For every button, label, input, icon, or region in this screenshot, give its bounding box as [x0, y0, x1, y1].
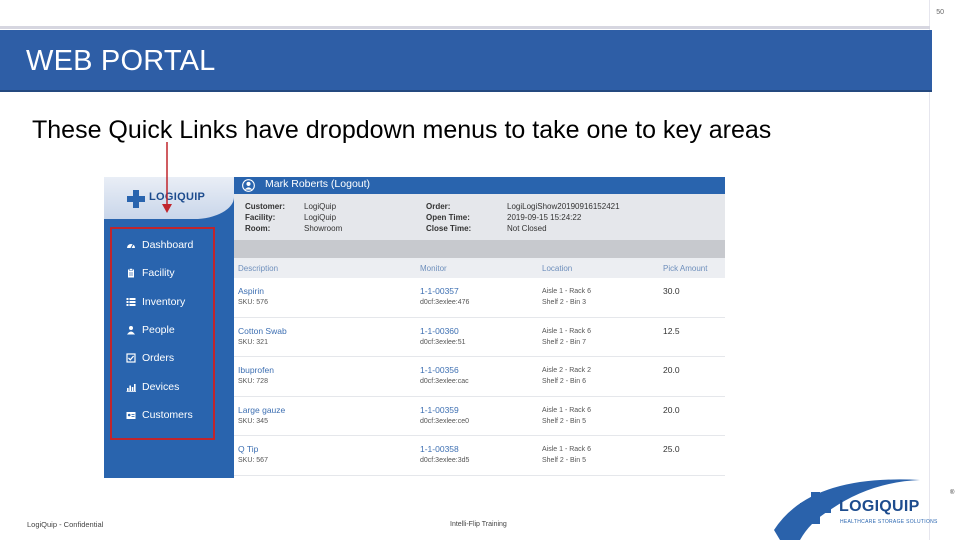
column-header[interactable]: Pick Amount: [663, 264, 707, 273]
monitor-link[interactable]: 1-1-00356: [420, 365, 469, 376]
info-values-right: LogiLogiShow20190916152421 2019-09-15 15…: [507, 201, 620, 234]
info-key: Open Time:: [426, 213, 470, 222]
location-shelf: Shelf 2 - Bin 3: [542, 299, 586, 306]
column-header[interactable]: Location: [542, 264, 572, 273]
info-value: LogiQuip: [304, 202, 337, 211]
item-sku: SKU: 321: [238, 338, 268, 346]
info-key: Order:: [426, 202, 451, 211]
info-key: Facility:: [245, 213, 276, 222]
table-row[interactable]: Cotton Swab SKU: 321 1-1-00360 d0cf:3exlee…: [234, 318, 725, 357]
info-keys-left: Customer: Facility: Room:: [245, 201, 285, 234]
info-value: Not Closed: [507, 224, 547, 233]
corner-logo-tagline: HEALTHCARE STORAGE SOLUTIONS: [840, 519, 938, 525]
location-shelf: Shelf 2 - Bin 5: [542, 457, 586, 464]
info-keys-right: Order: Open Time: Close Time:: [426, 201, 471, 234]
location-shelf: Shelf 2 - Bin 7: [542, 338, 586, 346]
pick-amount: 20.0: [663, 365, 680, 375]
user-avatar-icon: [242, 179, 255, 192]
pick-amount: 30.0: [663, 286, 680, 296]
location-aisle: Aisle 1 - Rack 6: [542, 406, 592, 414]
corner-logo: LOGIQUIP HEALTHCARE STORAGE SOLUTIONS ®: [770, 470, 960, 540]
toolbar-band: [234, 240, 725, 258]
cross-logo-icon: [127, 190, 145, 208]
pick-amount: 12.5: [663, 325, 680, 336]
registered-mark: ®: [950, 490, 955, 496]
info-key: Customer:: [245, 202, 286, 211]
corner-logo-text: LOGIQUIP: [839, 498, 920, 515]
location-aisle: Aisle 1 - Rack 6: [542, 446, 592, 453]
monitor-link[interactable]: 1-1-00357: [420, 286, 469, 297]
order-info-panel: Customer: Facility: Room: LogiQuip LogiQ…: [234, 194, 725, 240]
monitor-link[interactable]: 1-1-00359: [420, 405, 469, 416]
item-sku: SKU: 567: [238, 457, 268, 464]
info-value: LogiLogiShow20190916152421: [507, 202, 620, 211]
monitor-id: d0cf:3exlee:3d5: [420, 457, 470, 464]
location-aisle: Aisle 2 - Rack 2: [542, 367, 592, 374]
item-sku: SKU: 345: [238, 417, 268, 425]
column-header[interactable]: Description: [238, 264, 278, 273]
location-shelf: Shelf 2 - Bin 5: [542, 417, 586, 425]
location-shelf: Shelf 2 - Bin 6: [542, 378, 586, 385]
info-value: LogiQuip: [304, 213, 337, 222]
location-aisle: Aisle 1 - Rack 6: [542, 288, 592, 295]
monitor-link[interactable]: 1-1-00358: [420, 444, 469, 455]
monitor-id: d0cf:3exlee:ce0: [420, 417, 470, 425]
page-number: 50: [936, 9, 944, 16]
monitor-link[interactable]: 1-1-00360: [420, 326, 466, 337]
portal-logo-text: LOGIQUIP: [149, 191, 206, 203]
item-sku: SKU: 728: [238, 378, 268, 385]
table-row[interactable]: Q Tip SKU: 567 1-1-00358 d0cf:3exlee:3d5 A…: [234, 436, 725, 476]
monitor-id: d0cf:3exlee:476: [420, 299, 470, 306]
portal-screenshot: LOGIQUIP Dashboard Facility Inventory Pe…: [104, 177, 725, 478]
item-description[interactable]: Large gauze: [238, 405, 285, 416]
table-row[interactable]: Ibuprofen SKU: 728 1-1-00356 d0cf:3exlee:c…: [234, 357, 725, 397]
location-aisle: Aisle 1 - Rack 6: [542, 327, 592, 335]
table-row[interactable]: Aspirin SKU: 576 1-1-00357 d0cf:3exlee:476…: [234, 278, 725, 318]
pick-amount: 25.0: [663, 444, 680, 454]
item-description[interactable]: Q Tip: [238, 444, 268, 455]
quick-links-highlight-box: [110, 227, 215, 440]
column-header[interactable]: Monitor: [420, 264, 447, 273]
top-divider: [0, 26, 930, 29]
portal-user-bar: Mark Roberts (Logout): [234, 177, 725, 194]
item-description[interactable]: Cotton Swab: [238, 326, 287, 337]
info-value: Showroom: [304, 224, 343, 233]
slide-subtitle: These Quick Links have dropdown menus to…: [32, 116, 772, 144]
info-key: Close Time:: [426, 224, 472, 233]
monitor-id: d0cf:3exlee:cac: [420, 378, 469, 385]
info-key: Room:: [245, 224, 271, 233]
info-value: 2019-09-15 15:24:22: [507, 213, 582, 222]
order-items-table: Description Monitor Location Pick Amount…: [234, 258, 725, 478]
item-sku: SKU: 576: [238, 299, 268, 306]
table-header: Description Monitor Location Pick Amount: [234, 258, 725, 278]
user-logout-link[interactable]: Mark Roberts (Logout): [265, 178, 370, 190]
item-description[interactable]: Ibuprofen: [238, 365, 274, 376]
footer-training: Intelli-Flip Training: [450, 521, 507, 528]
slide-title: WEB PORTAL: [26, 45, 216, 77]
info-values-left: LogiQuip LogiQuip Showroom: [304, 201, 342, 234]
portal-logo: LOGIQUIP: [104, 177, 234, 219]
table-row[interactable]: Large gauze SKU: 345 1-1-00359 d0cf:3exlee…: [234, 397, 725, 436]
footer-confidential: LogiQuip - Confidential: [27, 520, 104, 529]
title-bar: WEB PORTAL: [0, 30, 932, 92]
monitor-id: d0cf:3exlee:51: [420, 338, 466, 346]
pick-amount: 20.0: [663, 404, 680, 415]
item-description[interactable]: Aspirin: [238, 286, 268, 297]
